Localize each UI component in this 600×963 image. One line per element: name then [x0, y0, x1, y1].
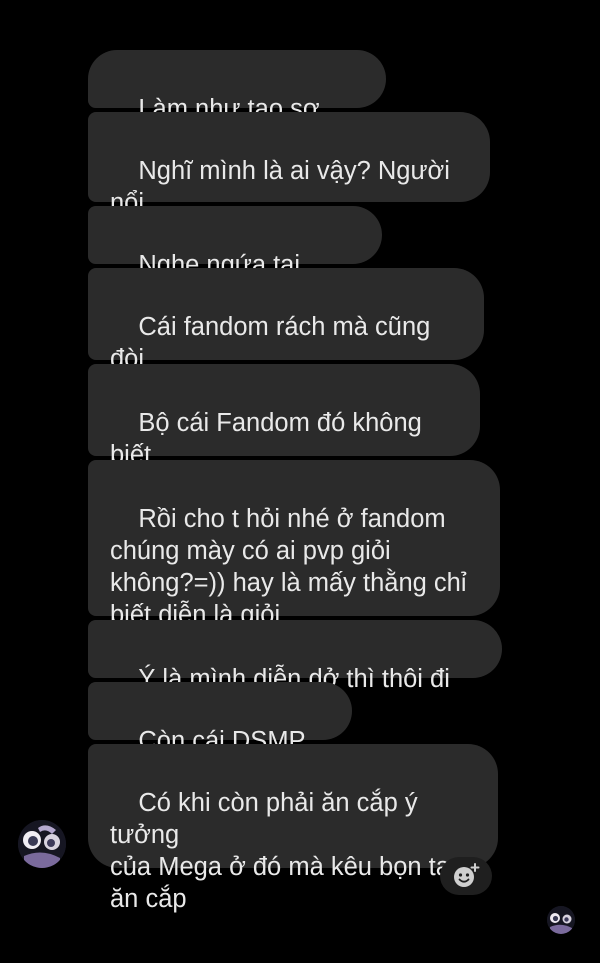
add-reaction-icon: [454, 863, 480, 887]
message-bubble[interactable]: Ý là mình diễn dở thì thôi đi nhé: [88, 620, 502, 725]
chat-thread: Làm như tao sợ lắm á Nghĩ mình là ai vậy…: [0, 0, 600, 963]
seen-receipt-avatar: [547, 906, 575, 934]
message-bubble[interactable]: Có khi còn phải ăn cắp ý tưởng của Mega …: [88, 744, 498, 913]
message-bubble[interactable]: Còn cái DSMP nữa: [88, 682, 352, 787]
seen-receipt-avatar-icon: [547, 906, 575, 934]
message-text: Có khi còn phải ăn cắp ý tưởng của Mega …: [110, 789, 464, 913]
message-bubble[interactable]: Làm như tao sợ lắm á: [88, 50, 386, 155]
sender-avatar-icon: [18, 820, 66, 868]
add-reaction-button[interactable]: [440, 857, 492, 895]
message-bubble[interactable]: Rồi cho t hỏi nhé ở fandom chúng mày có …: [88, 460, 500, 629]
message-bubble[interactable]: Cái fandom rách mà cũng đòi lên mặt: [88, 268, 484, 405]
message-text: Rồi cho t hỏi nhé ở fandom chúng mày có …: [110, 505, 467, 629]
message-bubble[interactable]: Nghĩ mình là ai vậy? Người nổi tiếng hay…: [88, 112, 490, 249]
sender-avatar[interactable]: [18, 820, 66, 868]
message-bubble[interactable]: Bộ cái Fandom đó không biết ngại hả trời: [88, 364, 480, 501]
message-bubble[interactable]: Nghe ngứa tai nhề=)): [88, 206, 382, 311]
